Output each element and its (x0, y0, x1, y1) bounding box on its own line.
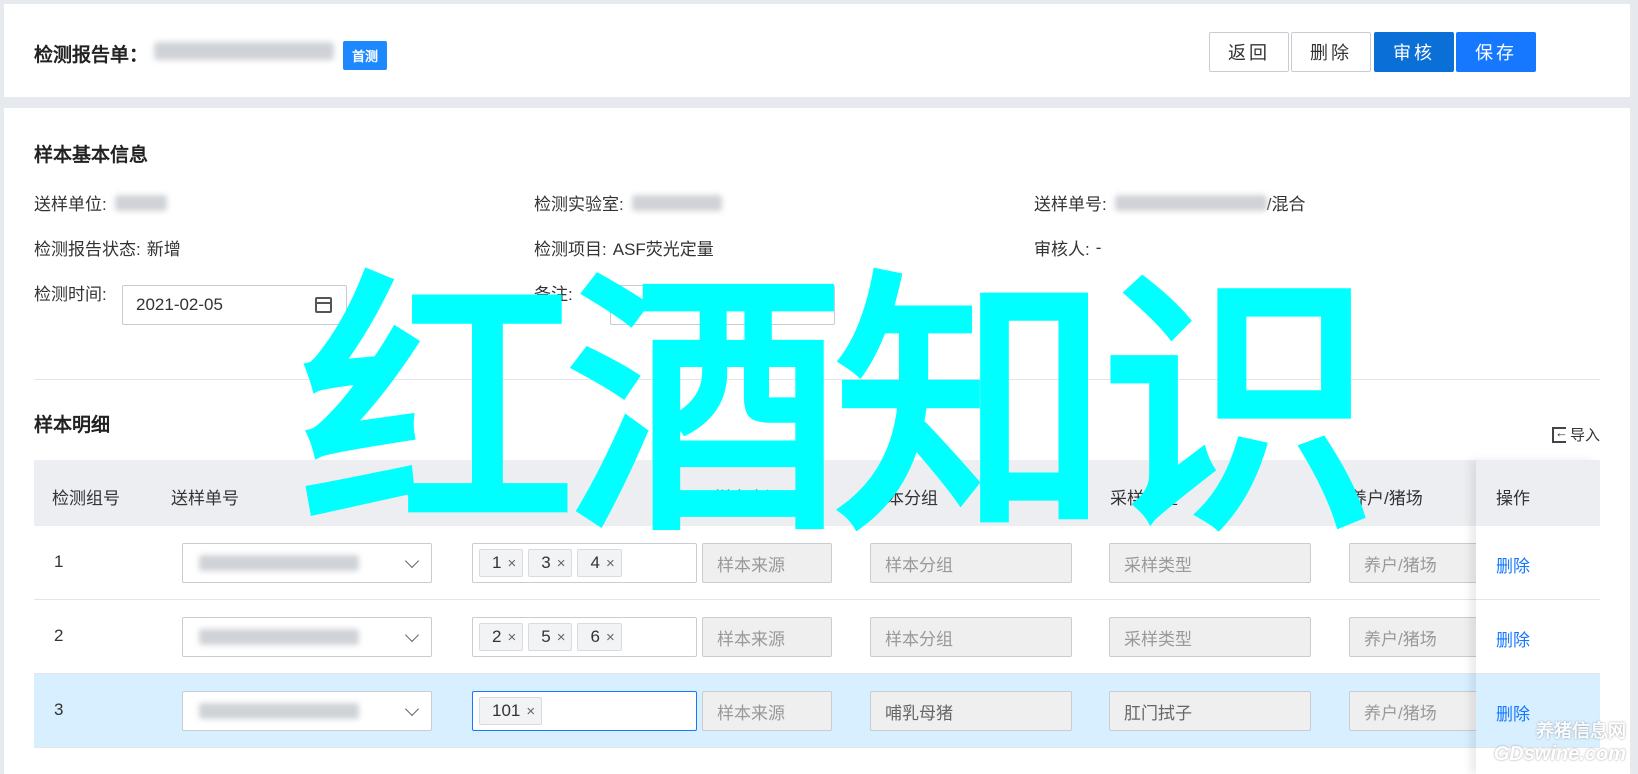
col-actions: 操作 (1476, 460, 1598, 526)
back-button[interactable]: 返回 (1209, 32, 1289, 72)
date-value: 2021-02-05 (136, 295, 223, 314)
import-label: 导入 (1569, 427, 1600, 444)
table-row: 2 2 × 5 × 6 × 样本来源 样本分组 采样类型 养户/猪场 (34, 600, 1600, 674)
status-label: 检测报告状态: (34, 240, 141, 259)
sample-no-tags[interactable]: 101 × (472, 691, 697, 731)
watermark: 养猪信息网 GDswine.com (1494, 717, 1626, 766)
import-icon (1551, 425, 1568, 443)
send-no-select[interactable] (182, 617, 432, 657)
send-no-field: 送样单号: /混合 (1034, 190, 1305, 215)
tag-label: 101 (492, 701, 521, 720)
tag-label: 2 (492, 627, 502, 646)
tag-label: 5 (541, 627, 551, 646)
col-send-no: 送样单号 (171, 489, 239, 508)
send-no-label: 送样单号: (1034, 195, 1107, 214)
send-unit-field: 送样单位: (34, 190, 167, 215)
close-icon[interactable]: × (557, 629, 566, 646)
row-index: 1 (54, 552, 64, 571)
sample-tag: 5 × (528, 623, 573, 651)
close-icon[interactable]: × (526, 703, 535, 720)
detail-title: 样本明细 (34, 415, 111, 436)
send-no-redacted (199, 703, 359, 719)
row-index: 2 (54, 626, 64, 645)
group-field: 哺乳母猪 (870, 691, 1072, 731)
source-field: 样本来源 (702, 617, 832, 657)
group-field: 样本分组 (870, 617, 1072, 657)
overlay-text: 红酒知识 (300, 249, 1376, 569)
time-label: 检测时间: (34, 285, 107, 304)
header-bar: 检测报告单： 首测 返回 删除 审核 保存 (4, 4, 1630, 97)
row-index: 3 (54, 700, 64, 719)
sample-tag: 6 × (577, 623, 622, 651)
close-icon[interactable]: × (606, 629, 615, 646)
lab-value-redacted (631, 194, 722, 211)
basic-info-title: 样本基本信息 (34, 145, 149, 166)
send-no-redacted (199, 629, 359, 645)
watermark-line1: 养猪信息网 (1536, 721, 1626, 741)
sample-tag: 2 × (479, 623, 524, 651)
tag-label: 6 (590, 627, 600, 646)
type-field: 肛门拭子 (1109, 691, 1311, 731)
report-id-redacted (154, 42, 334, 60)
chevron-down-icon (404, 701, 420, 717)
lab-field: 检测实验室: (534, 190, 722, 215)
col-group-no: 检测组号 (52, 489, 120, 508)
send-unit-value-redacted (114, 194, 167, 211)
send-no-suffix: /混合 (1266, 195, 1306, 214)
sample-tag: 101 × (479, 697, 543, 725)
status-badge: 首测 (343, 41, 388, 70)
watermark-line2: GDswine.com (1493, 743, 1626, 765)
send-unit-label: 送样单位: (34, 195, 107, 214)
sample-no-tags[interactable]: 2 × 5 × 6 × (472, 617, 697, 657)
send-no-value-redacted (1114, 194, 1267, 211)
type-field: 采样类型 (1109, 617, 1311, 657)
chevron-down-icon (404, 627, 420, 643)
page-title: 检测报告单： (34, 45, 149, 66)
review-button[interactable]: 审核 (1374, 32, 1454, 72)
table-row-selected: 3 101 × 样本来源 哺乳母猪 肛门拭子 养户/猪场 (34, 674, 1600, 748)
row-delete-link[interactable]: 删除 (1476, 526, 1598, 600)
import-button[interactable]: 导入 (1551, 424, 1600, 445)
close-icon[interactable]: × (507, 629, 516, 646)
save-button[interactable]: 保存 (1456, 32, 1536, 72)
delete-button[interactable]: 删除 (1291, 32, 1371, 72)
status-value: 新增 (146, 240, 181, 259)
source-field: 样本来源 (702, 691, 832, 731)
status-field: 检测报告状态: 新增 (34, 235, 181, 260)
lab-label: 检测实验室: (534, 195, 624, 214)
row-delete-link[interactable]: 删除 (1476, 600, 1598, 674)
send-no-select[interactable] (182, 691, 432, 731)
